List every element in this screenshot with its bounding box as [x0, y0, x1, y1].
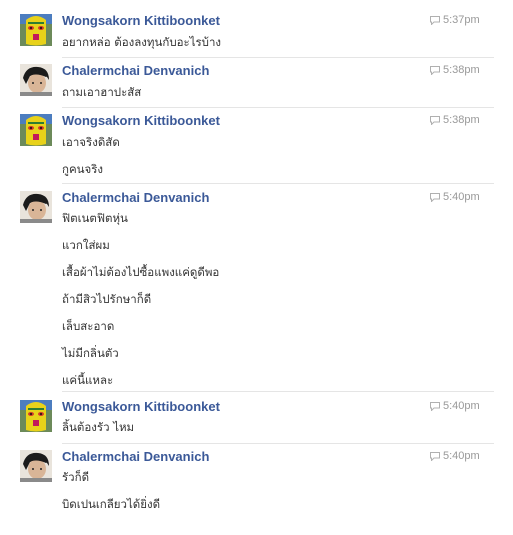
message-text: เสื้อผ้าไม่ต้องไปซื้อแพงแค่ดูดีพอ — [62, 265, 220, 279]
chat-bubble-icon — [430, 66, 440, 75]
chat-bubble-icon — [430, 193, 440, 202]
divider — [62, 391, 494, 392]
chat-bubble-icon — [430, 402, 440, 411]
message-text: ถามเอาฮาปะสัส — [62, 85, 142, 99]
message-text: แวกใส่ผม — [62, 238, 110, 252]
author-name[interactable]: Chalermchai Denvanich — [62, 63, 209, 78]
mask-avatar-icon[interactable] — [20, 400, 52, 432]
author-name[interactable]: Chalermchai Denvanich — [62, 449, 209, 464]
author-name[interactable]: Wongsakorn Kittiboonket — [62, 399, 220, 414]
divider — [62, 183, 494, 184]
message-text: เล็บสะอาด — [62, 319, 115, 333]
message-text: รัวก็ดี — [62, 470, 90, 484]
timestamp-text: 5:40pm — [443, 400, 480, 412]
message-text: ฟิตเนตฟิตหุ่น — [62, 211, 128, 225]
divider — [62, 57, 494, 58]
chat-bubble-icon — [430, 452, 440, 461]
message-text: แค่นี้แหละ — [62, 373, 114, 387]
author-name[interactable]: Chalermchai Denvanich — [62, 190, 209, 205]
message-text: ถ้ามีสิวไปรักษาก็ดี — [62, 292, 152, 306]
timestamp-text: 5:37pm — [443, 14, 480, 26]
chat-bubble-icon — [430, 116, 440, 125]
author-name[interactable]: Wongsakorn Kittiboonket — [62, 113, 220, 128]
author-name[interactable]: Wongsakorn Kittiboonket — [62, 13, 220, 28]
mask-avatar-icon[interactable] — [20, 114, 52, 146]
chat-bubble-icon — [430, 16, 440, 25]
message-text: อยากหล่อ ต้องลงทุนกับอะไรบ้าง — [62, 35, 222, 49]
chat-thread: Wongsakorn Kittiboonket 5:37pm อยากหล่อ … — [0, 0, 513, 535]
timestamp-text: 5:40pm — [443, 191, 480, 203]
timestamp-text: 5:38pm — [443, 64, 480, 76]
mask-avatar-icon[interactable] — [20, 14, 52, 46]
message-text: เอาจริงดิสัด — [62, 135, 120, 149]
message-text: บิดเปนเกลียวได้ยิ่งดี — [62, 497, 161, 511]
timestamp-text: 5:38pm — [443, 114, 480, 126]
message-text: กูคนจริง — [62, 162, 104, 176]
divider — [62, 443, 494, 444]
person-avatar-icon[interactable] — [20, 191, 52, 223]
person-avatar-icon[interactable] — [20, 64, 52, 96]
timestamp-text: 5:40pm — [443, 450, 480, 462]
divider — [62, 107, 494, 108]
person-avatar-icon[interactable] — [20, 450, 52, 482]
message-text: ไม่มีกลิ่นตัว — [62, 346, 119, 360]
message-text: ลิ้นต้องรัว ไหม — [62, 420, 135, 434]
